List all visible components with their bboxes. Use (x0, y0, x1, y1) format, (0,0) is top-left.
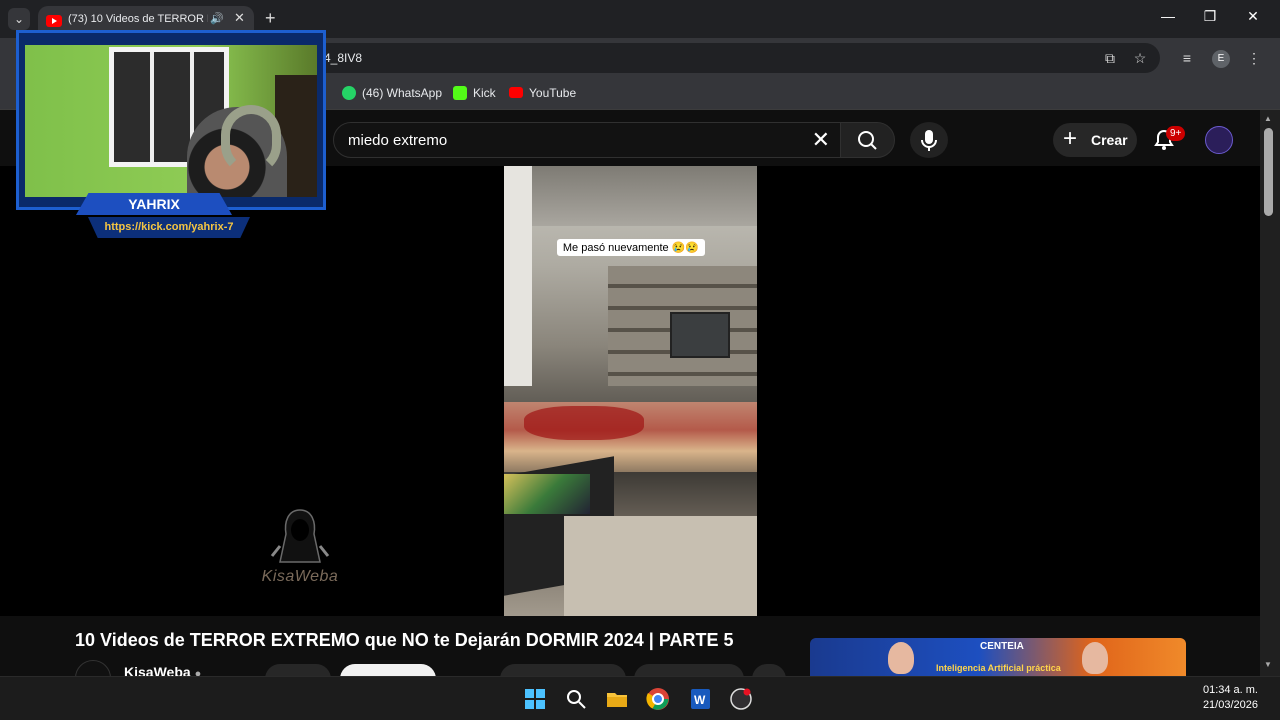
voice-search-button[interactable] (910, 122, 948, 158)
youtube-icon (509, 87, 523, 98)
webcam-feed (25, 45, 317, 197)
bookmark-label: YouTube (529, 86, 577, 100)
taskbar-time[interactable]: 01:34 a. m. (1203, 684, 1258, 696)
streamer-webcam-overlay (16, 30, 326, 210)
windows-taskbar: W 01:34 a. m. 21/03/2026 (0, 676, 1280, 720)
search-icon (858, 131, 877, 150)
video-caption: Me pasó nuevamente 😢😢 (557, 239, 705, 256)
media-controls-icon[interactable]: ≡ (1178, 50, 1196, 66)
windows-start-icon[interactable] (523, 687, 547, 711)
profile-avatar[interactable]: E (1212, 50, 1230, 68)
hooded-figure-logo (270, 509, 330, 563)
streamer-name-plate: YAHRIX (76, 193, 232, 215)
video-scene-ceiling (504, 166, 757, 226)
scroll-thumb[interactable] (1264, 128, 1273, 216)
search-icon[interactable] (564, 687, 588, 711)
taskbar-date[interactable]: 21/03/2026 (1203, 699, 1258, 711)
chrome-icon[interactable] (646, 687, 670, 711)
url-text: 4_8IV8 (324, 51, 363, 65)
install-app-icon[interactable]: ⧉ (1101, 50, 1119, 67)
tab-search-button[interactable]: ⌄ (8, 8, 30, 30)
bookmark-label: (46) WhatsApp (362, 86, 443, 100)
bookmark-kick[interactable]: Kick (453, 86, 496, 100)
clear-search-icon[interactable]: ✕ (812, 127, 830, 153)
video-scene-box (504, 474, 590, 514)
word-icon[interactable]: W (688, 687, 712, 711)
tab-title: (73) 10 Videos de TERROR E (68, 13, 208, 25)
video-scene-wall (504, 166, 532, 386)
video-scene-stain (524, 406, 644, 440)
streamer-link: https://kick.com/yahrix-7 (88, 217, 250, 238)
ad-brand: CENTEIA (980, 641, 1024, 652)
search-query: miedo extremo (348, 132, 448, 149)
more-menu-icon[interactable]: ⋮ (1245, 50, 1263, 67)
watermark-text: KisaWeba (261, 568, 339, 585)
page-scrollbar[interactable]: ▲ ▼ (1260, 110, 1280, 676)
microphone-icon (921, 130, 937, 151)
headset-icon (221, 105, 281, 175)
minimize-button[interactable]: — (1158, 8, 1178, 24)
create-button[interactable]: + Crear (1053, 123, 1137, 157)
bookmark-whatsapp[interactable]: (46) WhatsApp (342, 86, 442, 100)
svg-text:W: W (694, 693, 706, 707)
video-scene-floor (564, 516, 757, 616)
speaker-icon[interactable]: 🔊 (210, 12, 224, 25)
notification-count-badge: 9+ (1166, 126, 1186, 141)
video-title: 10 Videos de TERROR EXTREMO que NO te De… (75, 630, 734, 650)
account-avatar[interactable] (1205, 126, 1233, 154)
ad-person-right (1082, 642, 1108, 674)
new-tab-button[interactable]: + (265, 8, 276, 28)
plus-icon: + (1063, 125, 1078, 152)
scroll-down-arrow-icon[interactable]: ▼ (1264, 660, 1272, 669)
video-frame[interactable]: Me pasó nuevamente 😢😢 (504, 166, 757, 616)
youtube-favicon-icon (46, 15, 62, 27)
video-scene-monitor (670, 312, 730, 358)
video-info: 10 Videos de TERROR EXTREMO que NO te De… (0, 616, 1260, 696)
whatsapp-icon (342, 86, 356, 100)
search-input[interactable]: miedo extremo ✕ (333, 122, 841, 158)
bookmark-label: Kick (473, 86, 496, 100)
ad-person-left (888, 642, 914, 674)
channel-watermark: KisaWeba (250, 506, 350, 590)
close-window-button[interactable]: ✕ (1243, 8, 1263, 25)
bookmark-youtube[interactable]: YouTube (509, 86, 576, 100)
obs-icon[interactable] (729, 687, 753, 711)
scroll-up-arrow-icon[interactable]: ▲ (1264, 114, 1272, 123)
create-label: Crear (1091, 132, 1128, 148)
address-bar[interactable]: 4_8IV8 (220, 43, 1160, 73)
file-explorer-icon[interactable] (605, 687, 629, 711)
ad-tagline: Inteligencia Artificial práctica (936, 663, 1061, 673)
bookmark-star-icon[interactable]: ☆ (1131, 50, 1149, 67)
search-button[interactable] (840, 122, 895, 158)
kick-icon (453, 86, 467, 100)
restore-button[interactable]: ❐ (1200, 8, 1220, 25)
close-tab-icon[interactable]: ✕ (234, 10, 245, 26)
